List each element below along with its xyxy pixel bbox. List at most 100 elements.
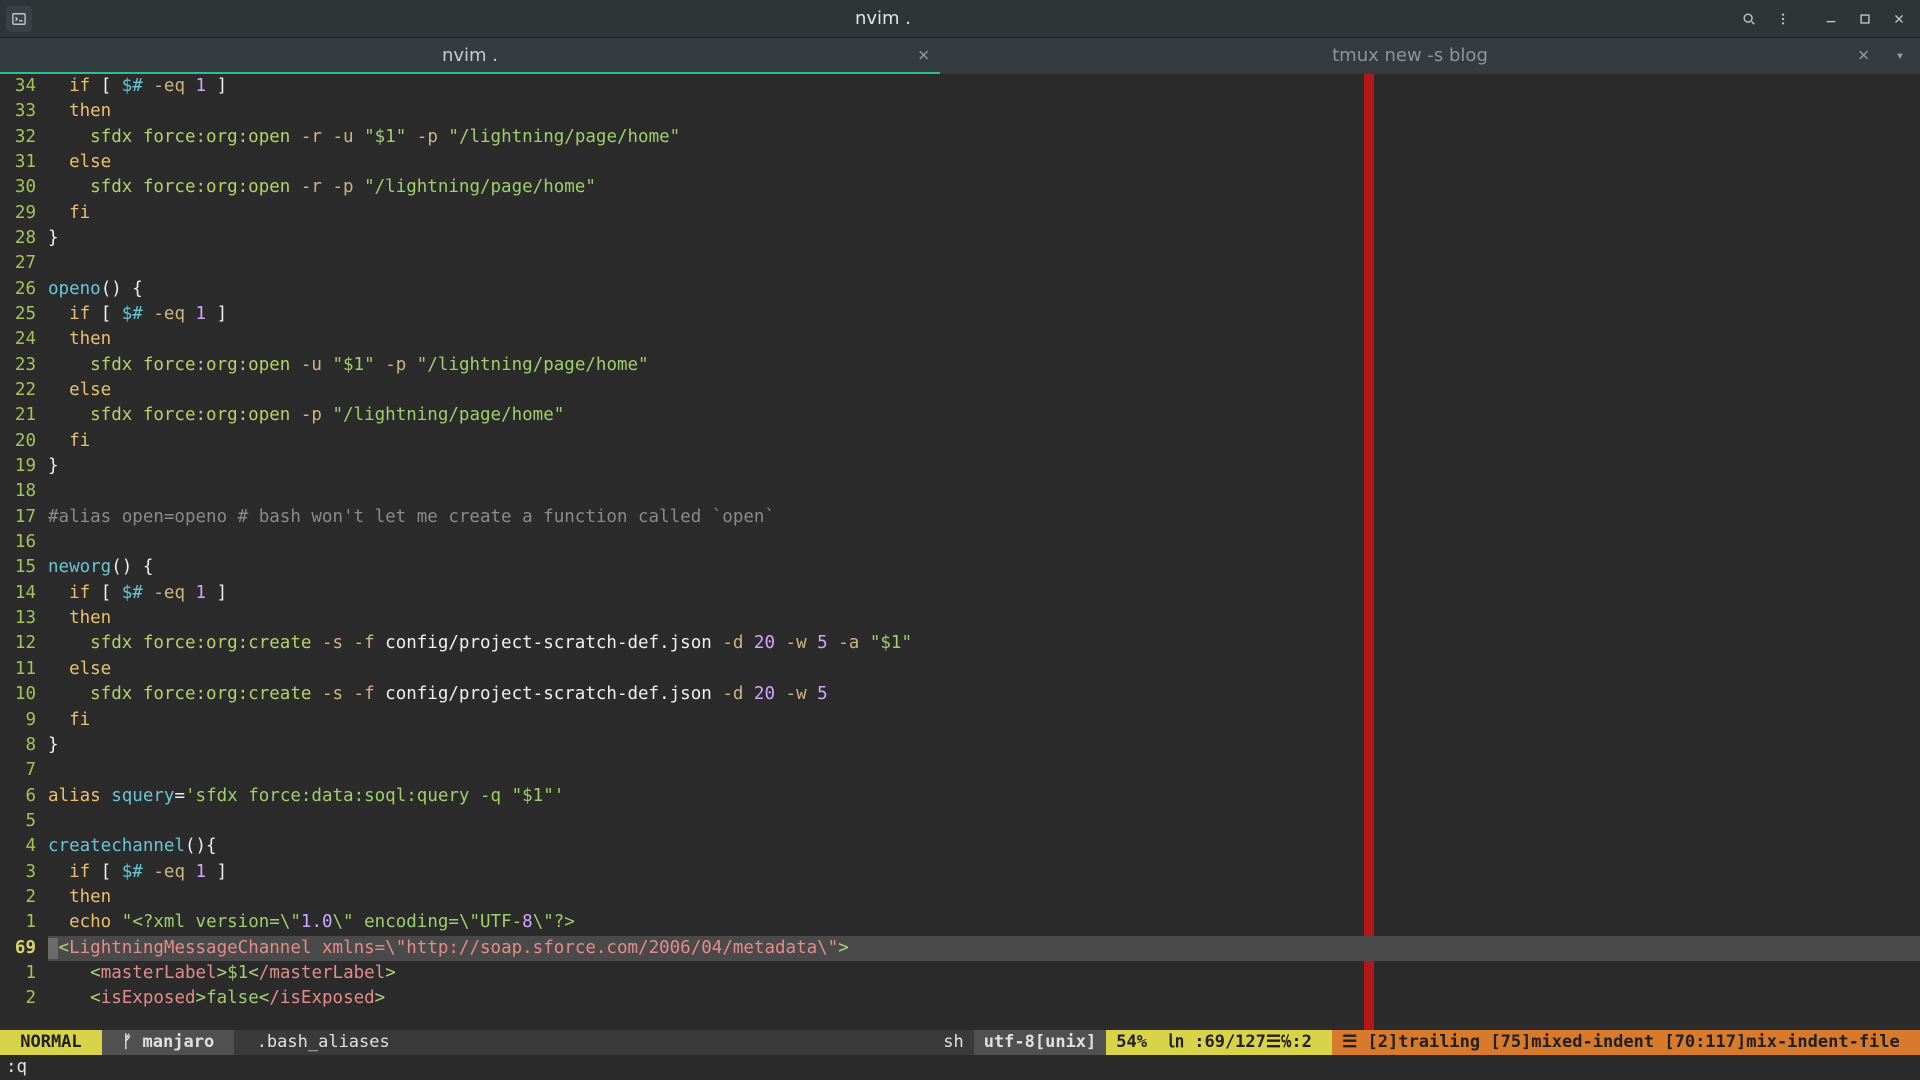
line-number: 13 [0,606,48,631]
code-area[interactable]: if [ $# -eq 1 ] then sfdx force:org:open… [48,74,1920,1030]
line-number: 31 [0,150,48,175]
code-line[interactable] [48,251,1920,276]
line-number: 17 [0,505,48,530]
line-number: 5 [0,809,48,834]
code-line[interactable]: <LightningMessageChannel xmlns=\"http://… [48,936,1920,961]
tab-label: tmux new -s blog [1332,47,1488,65]
code-line[interactable]: if [ $# -eq 1 ] [48,302,1920,327]
line-number: 18 [0,480,48,505]
terminal-app-icon [6,6,32,32]
line-number: 1 [0,961,48,986]
line-number: 27 [0,251,48,276]
line-number: 10 [0,682,48,707]
line-number: 6 [0,784,48,809]
encoding: utf-8[unix] [974,1030,1107,1055]
line-number: 12 [0,632,48,657]
code-line[interactable]: else [48,150,1920,175]
line-number: 28 [0,226,48,251]
tab-close-icon[interactable]: ✕ [1857,49,1870,64]
code-line[interactable]: } [48,733,1920,758]
code-line[interactable]: } [48,454,1920,479]
whitespace-warnings: ☰ [2]trailing [75]mixed-indent [70:117]m… [1332,1030,1920,1055]
window-minimize-button[interactable] [1816,5,1846,33]
code-line[interactable]: fi [48,429,1920,454]
code-line[interactable]: <masterLabel>$1</masterLabel> [48,961,1920,986]
code-line[interactable]: then [48,606,1920,631]
tabs-dropdown-icon[interactable]: ▾ [1896,49,1904,63]
line-number: 32 [0,125,48,150]
line-number: 23 [0,353,48,378]
line-number: 20 [0,429,48,454]
code-line[interactable]: <isExposed>false</isExposed> [48,986,1920,1011]
code-line[interactable]: sfdx force:org:open -r -u "$1" -p "/ligh… [48,125,1920,150]
tab-tmux[interactable]: tmux new -s blog ✕ [940,38,1880,74]
code-line[interactable]: if [ $# -eq 1 ] [48,74,1920,99]
line-number: 9 [0,708,48,733]
line-number: 4 [0,834,48,859]
code-line[interactable]: fi [48,201,1920,226]
code-line[interactable]: then [48,327,1920,352]
cursor-position: ㏑ :69/127☰℅:2 [1157,1030,1332,1055]
code-line[interactable]: sfdx force:org:create -s -f config/proje… [48,682,1920,707]
code-line[interactable]: openo() { [48,277,1920,302]
code-line[interactable]: else [48,657,1920,682]
line-number: 34 [0,74,48,99]
scroll-percent: 54% [1106,1030,1157,1055]
line-number: 30 [0,175,48,200]
code-line[interactable]: neworg() { [48,556,1920,581]
code-line[interactable]: fi [48,708,1920,733]
code-line[interactable]: alias squery='sfdx force:data:soql:query… [48,784,1920,809]
line-number: 22 [0,378,48,403]
code-line[interactable]: #alias open=openo # bash won't let me cr… [48,505,1920,530]
code-line[interactable]: then [48,885,1920,910]
line-number: 25 [0,302,48,327]
code-line[interactable]: then [48,99,1920,124]
code-line[interactable]: sfdx force:org:open -r -p "/lightning/pa… [48,175,1920,200]
line-number: 7 [0,758,48,783]
editor-viewport[interactable]: 3433323130292827262524232221201918171615… [0,74,1920,1030]
tab-nvim[interactable]: nvim . ✕ [0,38,940,74]
line-number: 8 [0,733,48,758]
filetype: sh [933,1030,973,1055]
code-line[interactable]: echo "<?xml version=\"1.0\" encoding=\"U… [48,910,1920,935]
code-line[interactable] [48,758,1920,783]
code-line[interactable]: sfdx force:org:create -s -f config/proje… [48,632,1920,657]
line-number: 11 [0,657,48,682]
line-number-gutter: 3433323130292827262524232221201918171615… [0,74,48,1030]
line-number: 21 [0,403,48,428]
search-button[interactable] [1734,5,1764,33]
mode-indicator: NORMAL [0,1030,102,1055]
window-title: nvim . [32,10,1734,28]
line-number: 69 [0,936,48,961]
statusline-spacer [400,1030,933,1055]
line-number: 3 [0,860,48,885]
line-number: 2 [0,986,48,1011]
line-number: 15 [0,556,48,581]
code-line[interactable] [48,530,1920,555]
window-maximize-button[interactable] [1850,5,1880,33]
filename: .bash_aliases [234,1030,399,1055]
tab-label: nvim . [442,47,498,65]
window-close-button[interactable] [1884,5,1914,33]
code-line[interactable] [48,480,1920,505]
code-line[interactable]: if [ $# -eq 1 ] [48,581,1920,606]
code-line[interactable]: } [48,226,1920,251]
code-line[interactable]: createchannel(){ [48,834,1920,859]
hamburger-menu-button[interactable] [1768,5,1798,33]
terminal-tabs: nvim . ✕ tmux new -s blog ✕ ▾ [0,38,1920,74]
line-number: 1 [0,910,48,935]
line-number: 14 [0,581,48,606]
line-number: 2 [0,885,48,910]
command-line[interactable]: :q [0,1055,1920,1080]
code-line[interactable]: sfdx force:org:open -u "$1" -p "/lightni… [48,353,1920,378]
line-number: 19 [0,454,48,479]
code-line[interactable]: else [48,378,1920,403]
line-number: 16 [0,530,48,555]
code-line[interactable]: sfdx force:org:open -p "/lightning/page/… [48,403,1920,428]
code-line[interactable]: if [ $# -eq 1 ] [48,860,1920,885]
line-number: 33 [0,99,48,124]
tab-close-icon[interactable]: ✕ [917,49,930,64]
line-number: 24 [0,327,48,352]
code-line[interactable] [48,809,1920,834]
git-branch: ᚠ manjaro [102,1030,235,1055]
